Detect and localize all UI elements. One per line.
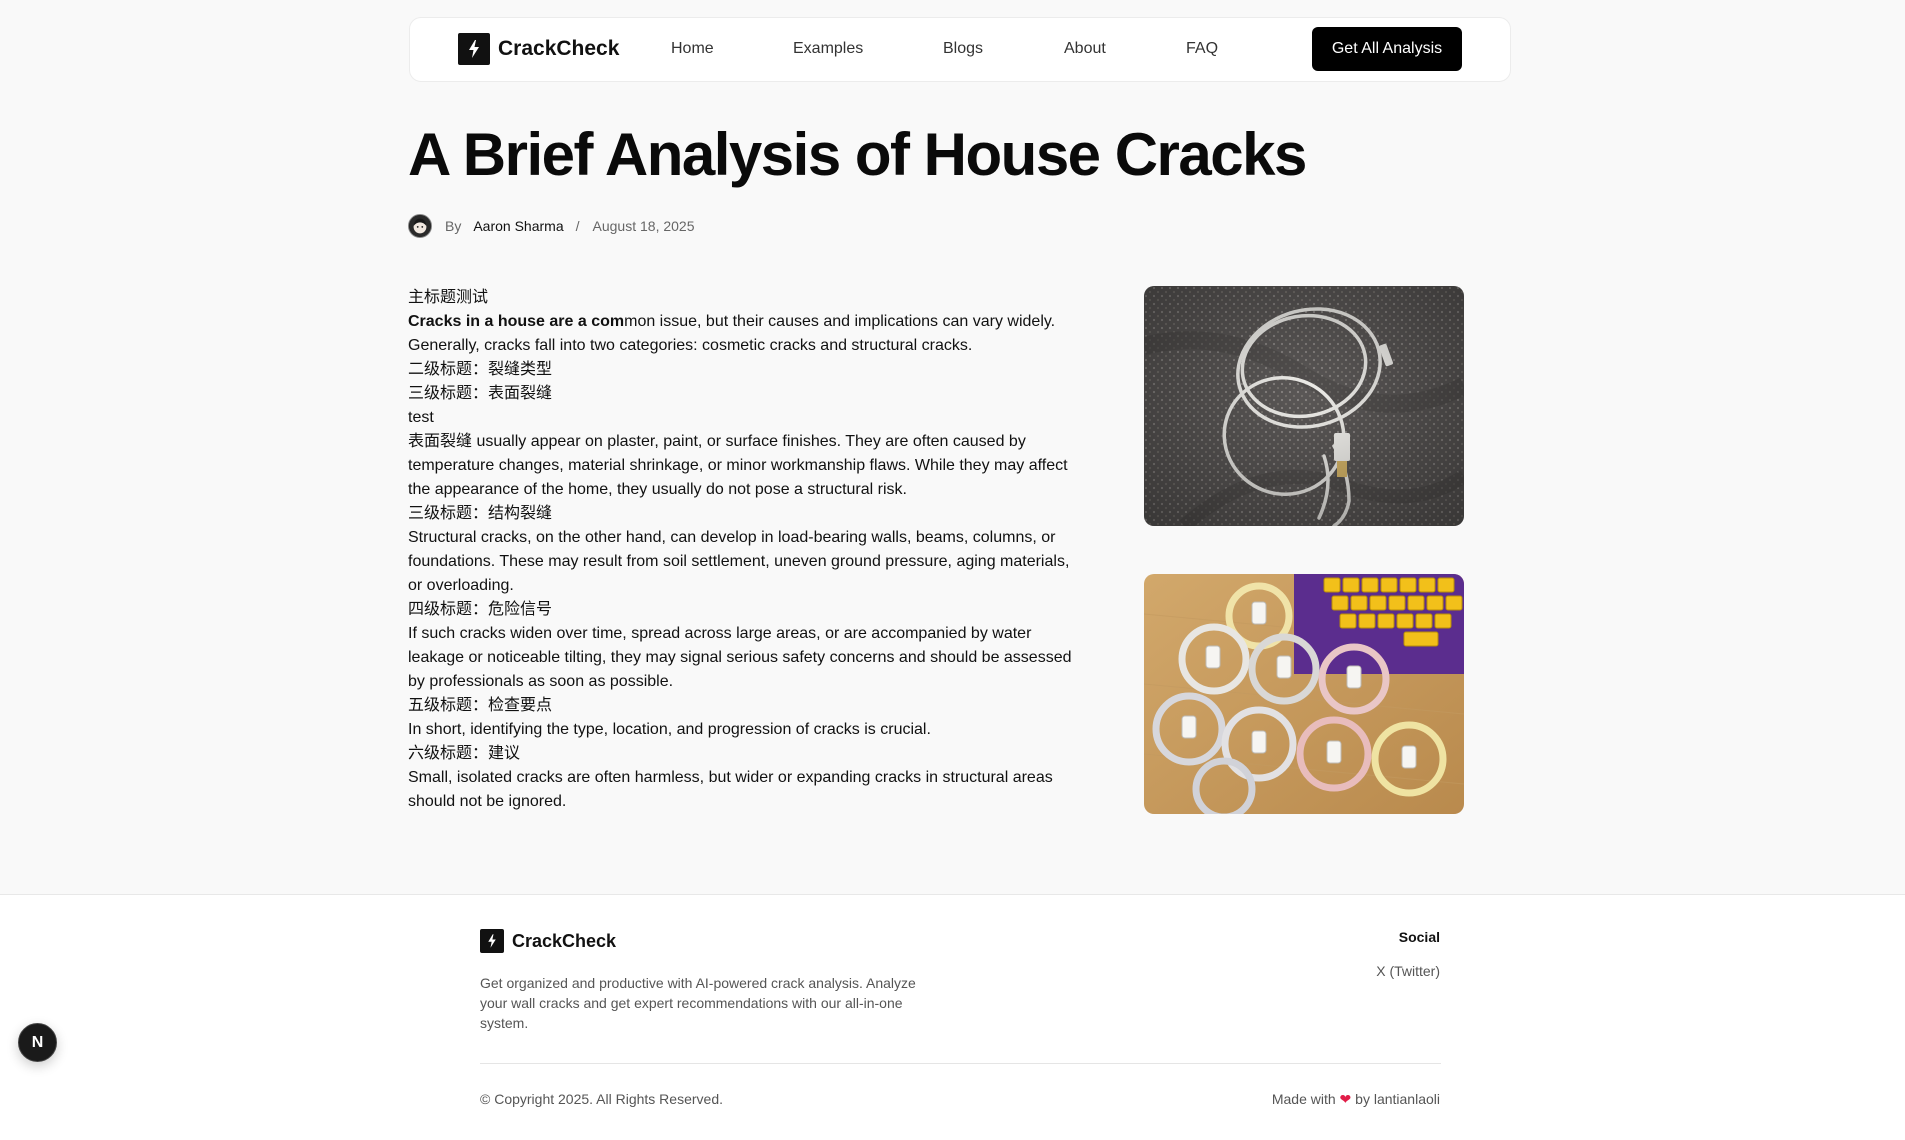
article-image-cables-desk	[1144, 574, 1464, 814]
brand-name: CrackCheck	[498, 37, 620, 60]
page-title: A Brief Analysis of House Cracks	[408, 121, 1307, 188]
article-h4: 四级标题：危险信号	[408, 601, 553, 618]
article-h3: 三级标题：结构裂缝	[408, 505, 553, 522]
article-h1: 主标题测试	[408, 289, 489, 306]
article-paragraph: 表面裂缝 usually appear on plaster, paint, o…	[408, 433, 1068, 498]
heart-icon: ❤	[1339, 1091, 1352, 1107]
top-navbar: CrackCheck Home Examples Blogs About FAQ…	[409, 17, 1511, 82]
made-with-prefix: Made with	[1271, 1091, 1336, 1107]
intro-bold-text: Cracks in a house are a com	[408, 313, 625, 330]
article-paragraph: If such cracks widen over time, spread a…	[408, 625, 1072, 690]
author-name[interactable]: Aaron Sharma	[473, 218, 563, 234]
footer-brand-name: CrackCheck	[512, 930, 617, 951]
brand-logo-link[interactable]: CrackCheck	[458, 33, 619, 65]
nav-link-home[interactable]: Home	[671, 40, 714, 58]
nav-link-examples[interactable]: Examples	[793, 40, 863, 58]
footer-social-heading: Social	[1398, 929, 1440, 945]
nav-link-about[interactable]: About	[1064, 40, 1106, 58]
article-paragraph: test	[408, 409, 434, 426]
footer-twitter-link[interactable]: X (Twitter)	[1376, 963, 1440, 979]
article-h2: 二级标题：裂缝类型	[408, 361, 553, 378]
nav-link-faq[interactable]: FAQ	[1186, 40, 1218, 58]
intro-rest-text: mon issue, but their causes and implicat…	[624, 313, 1056, 330]
article-paragraph: Structural cracks, on the other hand, ca…	[408, 529, 1070, 594]
article-h3: 三级标题：表面裂缝	[408, 385, 553, 402]
get-all-analysis-button[interactable]: Get All Analysis	[1312, 27, 1462, 71]
article-h6: 六级标题：建议	[408, 745, 521, 762]
footer-divider	[480, 1063, 1441, 1064]
footer-made-with: Made with ❤ by lantianlaoli	[1272, 1091, 1440, 1108]
author-avatar	[408, 214, 432, 238]
article-image-cable	[1144, 286, 1464, 526]
article-h5: 五级标题：检查要点	[408, 697, 553, 714]
post-meta: By Aaron Sharma / August 18, 2025	[408, 214, 695, 238]
meta-separator: /	[575, 218, 580, 234]
footer-description: Get organized and productive with AI-pow…	[480, 975, 916, 1031]
article-paragraph: In short, identifying the type, location…	[408, 721, 931, 738]
footer-brand-link[interactable]: CrackCheck	[480, 929, 616, 953]
footer-copyright: © Copyright 2025. All Rights Reserved.	[480, 1091, 723, 1107]
site-footer: CrackCheck Get organized and productive …	[0, 894, 1905, 1140]
n-logo-icon: N	[31, 1033, 44, 1051]
by-label: By	[445, 218, 462, 234]
article-intro: Cracks in a house are a common issue, bu…	[408, 310, 1088, 334]
nav-link-blogs[interactable]: Blogs	[943, 40, 983, 58]
made-with-suffix: by lantianlaoli	[1355, 1091, 1440, 1107]
article-paragraph: Small, isolated cracks are often harmles…	[408, 769, 1053, 810]
lightning-logo-icon	[480, 929, 504, 953]
lightning-logo-icon	[458, 33, 490, 65]
nextjs-dev-indicator-button[interactable]: N	[18, 1023, 57, 1062]
article-body: 主标题测试 Cracks in a house are a common iss…	[408, 286, 1088, 814]
post-date: August 18, 2025	[592, 218, 695, 234]
article-paragraph: Generally, cracks fall into two categori…	[408, 337, 973, 354]
